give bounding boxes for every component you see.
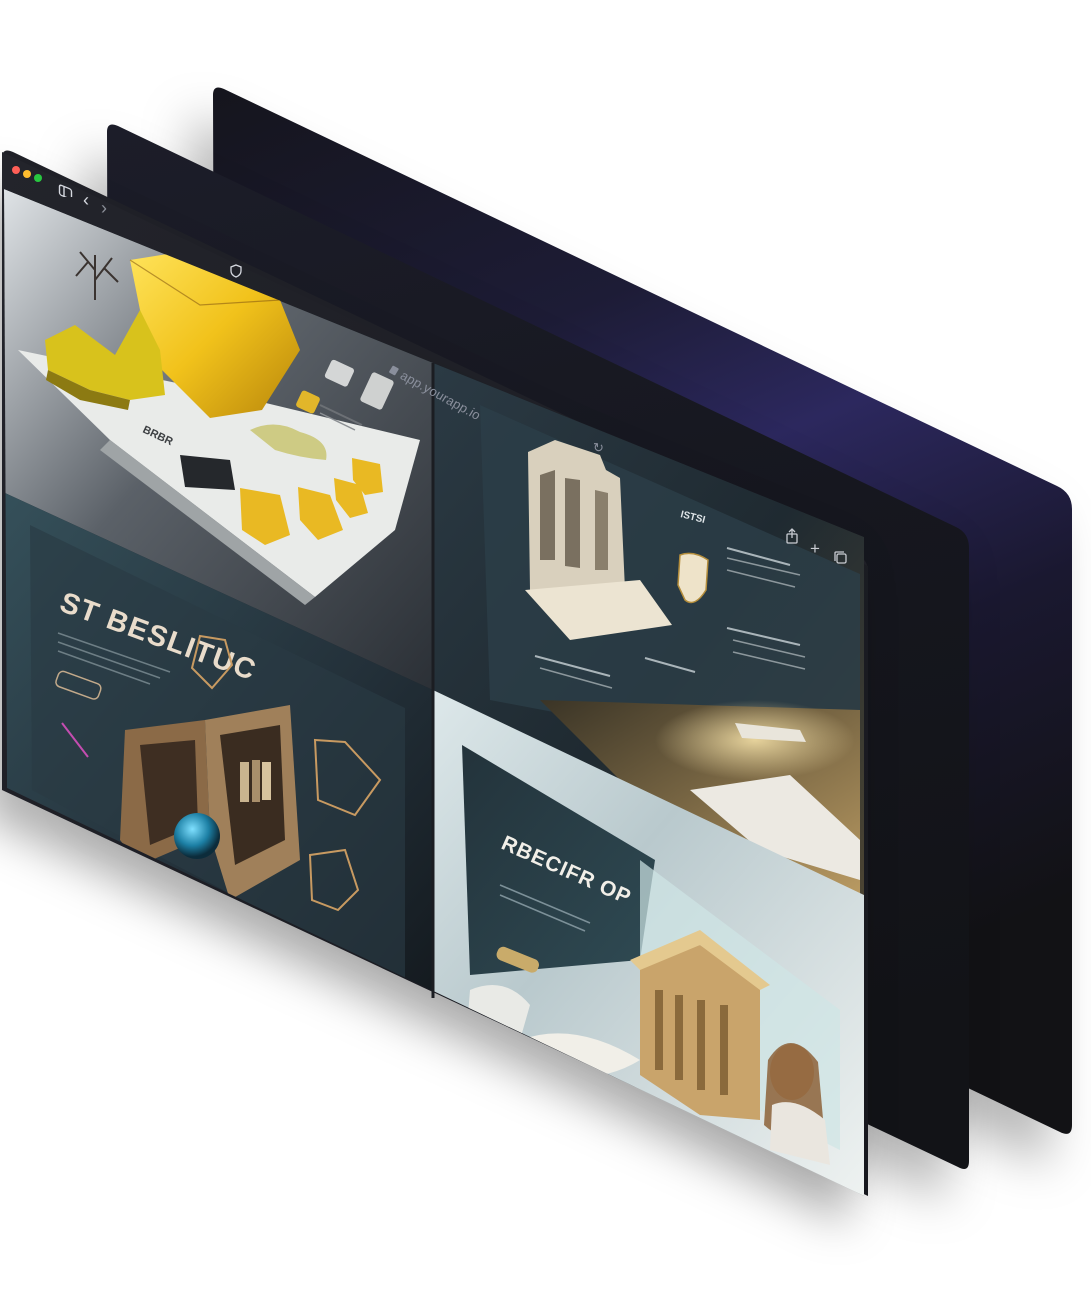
close-window-dot[interactable] xyxy=(12,166,20,174)
tabs-overview-icon[interactable] xyxy=(833,550,849,566)
shield-icon[interactable] xyxy=(229,264,243,278)
sidebar-toggle-icon[interactable] xyxy=(58,181,74,197)
new-tab-plus-icon[interactable]: + xyxy=(810,540,820,557)
back-chevron-left-icon[interactable]: ‹ xyxy=(83,191,89,209)
minimize-window-dot[interactable] xyxy=(23,170,31,178)
share-icon[interactable] xyxy=(785,528,799,544)
front-browser-window: BRBR ST BESLITUC ISTSI RBECIFR OP xyxy=(2,150,868,1196)
isometric-browser-stack: BRBR ST BESLITUC ISTSI RBECIFR OP ‹ › ap… xyxy=(0,0,1091,1303)
globe xyxy=(174,813,220,859)
forward-chevron-right-icon[interactable]: › xyxy=(101,199,107,217)
maximize-window-dot[interactable] xyxy=(34,174,42,182)
reload-icon[interactable]: ↻ xyxy=(593,440,604,455)
